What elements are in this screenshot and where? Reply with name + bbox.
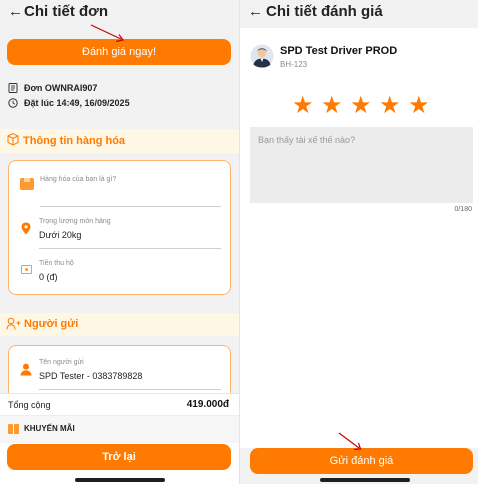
cod-value[interactable]: 0 (đ)	[39, 272, 58, 282]
order-code: Đơn OWNRAI907	[24, 83, 98, 93]
order-detail-screen: ← Chi tiết đơn Đánh giá ngay! Đơn OWNRAI…	[0, 0, 239, 484]
back-arrow-icon[interactable]: ←	[8, 2, 23, 22]
driver-plate: BH-123	[280, 60, 308, 69]
total-label: Tổng cộng	[8, 400, 51, 410]
driver-name: SPD Test Driver PROD	[280, 45, 398, 57]
receipt-icon	[8, 83, 18, 93]
goods-section-title: Thông tin hàng hóa	[23, 135, 126, 147]
total-value: 419.000đ	[186, 399, 229, 410]
annotation-arrow-icon	[338, 432, 362, 451]
star-4-icon[interactable]: ★	[379, 94, 401, 118]
back-button[interactable]: Trở lại	[7, 444, 231, 470]
star-5-icon[interactable]: ★	[408, 94, 430, 118]
back-button-label: Trở lại	[102, 451, 136, 463]
location-pin-icon	[21, 222, 31, 235]
package-icon	[20, 178, 34, 190]
cash-icon	[21, 265, 32, 274]
sender-name-label: Tên người gửi	[39, 359, 84, 366]
home-indicator	[75, 478, 165, 482]
annotation-arrow-icon	[90, 24, 125, 43]
star-1-icon[interactable]: ★	[292, 94, 314, 118]
divider	[39, 389, 221, 390]
comment-textarea[interactable]	[250, 127, 473, 203]
order-time: Đặt lúc 14:49, 16/09/2025	[24, 98, 130, 108]
box-icon	[7, 132, 19, 146]
driver-avatar	[250, 44, 274, 68]
rate-now-button-label: Đánh giá ngay!	[82, 46, 156, 58]
divider	[39, 248, 221, 249]
promo-icon	[8, 424, 20, 434]
weight-label: Trọng lượng món hàng	[39, 218, 111, 225]
divider	[40, 206, 221, 207]
back-arrow-icon[interactable]: ←	[248, 2, 263, 22]
goods-type-label: Hàng hóa của bạn là gì?	[40, 176, 117, 183]
page-title: Chi tiết đơn	[24, 3, 108, 20]
submit-rating-button-label: Gửi đánh giá	[329, 455, 394, 467]
user-plus-icon	[6, 317, 21, 330]
person-icon	[20, 363, 32, 376]
promo-label: KHUYẾN MÃI	[24, 424, 75, 433]
clock-icon	[8, 98, 18, 108]
char-counter: 0/180	[454, 206, 472, 213]
star-3-icon[interactable]: ★	[350, 94, 372, 118]
cod-label: Tiền thu hộ	[39, 260, 74, 267]
sender-name-value[interactable]: SPD Tester - 0383789828	[39, 371, 142, 381]
rating-detail-screen: ← Chi tiết đánh giá SPD Test Driver PROD…	[239, 0, 478, 484]
rating-content-panel	[240, 28, 478, 448]
sender-section-title: Người gửi	[24, 318, 79, 330]
home-indicator	[320, 478, 410, 482]
weight-value[interactable]: Dưới 20kg	[39, 230, 81, 240]
star-2-icon[interactable]: ★	[321, 94, 343, 118]
page-title: Chi tiết đánh giá	[266, 3, 383, 20]
